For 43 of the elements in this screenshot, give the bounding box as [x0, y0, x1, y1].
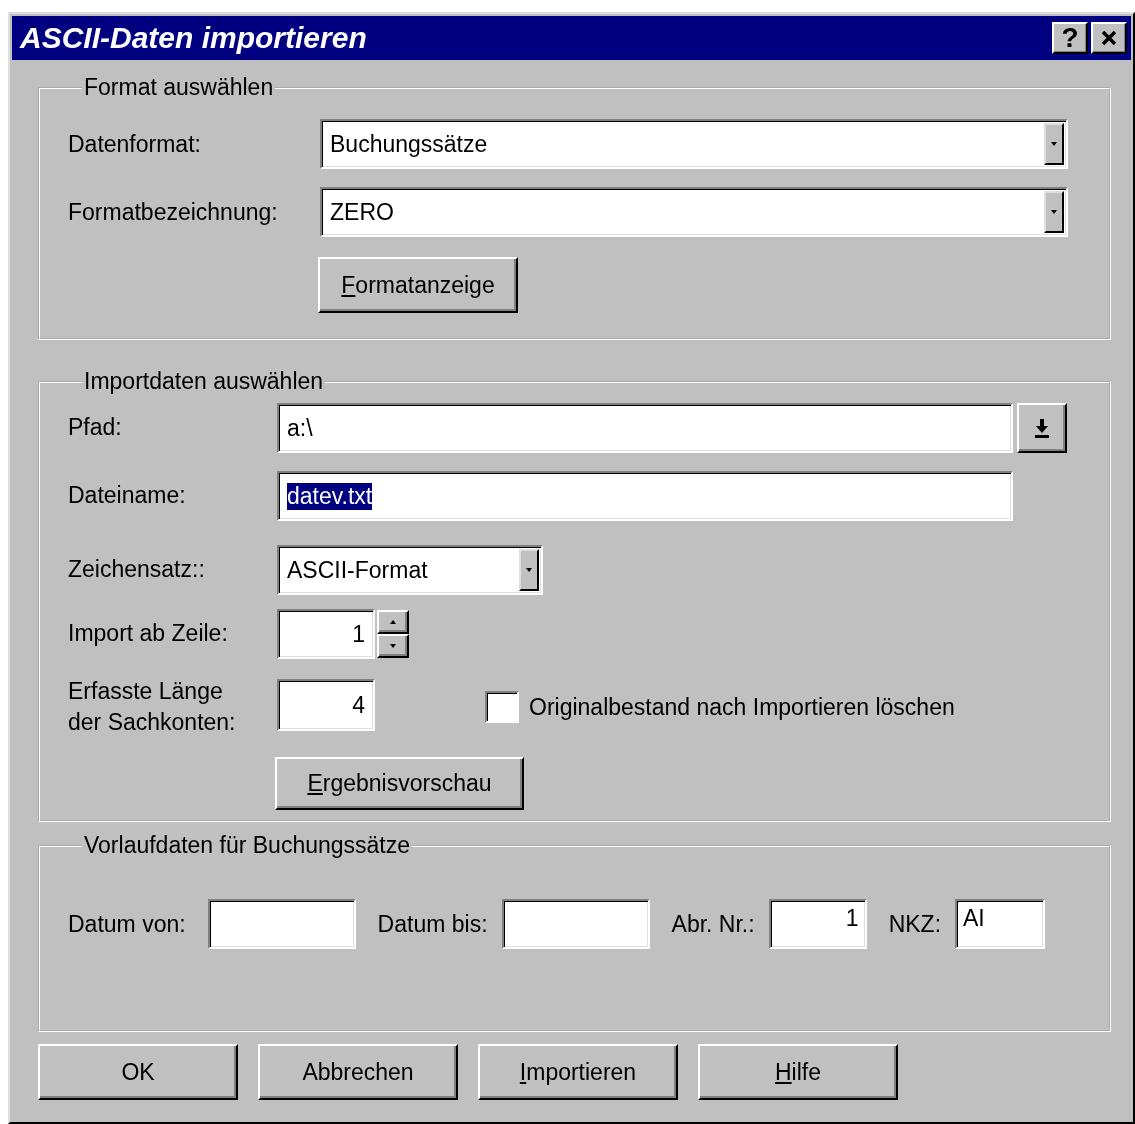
close-icon — [1099, 29, 1119, 47]
input-field[interactable] — [207, 899, 356, 949]
field-label: Datum bis: — [377, 910, 488, 938]
preview-button[interactable]: Ergebnisvorschau — [275, 757, 524, 810]
dialog-button[interactable]: OK — [38, 1044, 238, 1100]
field-label: NKZ: — [888, 910, 942, 938]
close-button[interactable] — [1091, 22, 1127, 54]
input-field[interactable]: 1 — [768, 899, 867, 949]
field-label: Erfasste Länge der Sachkonten: — [68, 676, 237, 737]
field-label: Datum von: — [68, 910, 186, 938]
checkbox-label: Originalbestand nach Importieren löschen — [529, 693, 955, 721]
field-label: Abr. Nr.: — [671, 910, 755, 938]
browse-button[interactable] — [1017, 403, 1067, 453]
field-label: Formatbezeichnung: — [68, 198, 279, 226]
dropdown-field[interactable]: ZERO — [320, 187, 1068, 237]
group-title: Vorlaufdaten für Buchungssätze — [83, 832, 412, 859]
help-button[interactable]: ? — [1052, 22, 1088, 54]
field-label: Zeichensatz:: — [68, 555, 206, 585]
field-label: Import ab Zeile: — [68, 619, 229, 649]
download-arrow-icon — [1033, 418, 1051, 438]
line-number-field[interactable]: 1 — [277, 609, 375, 659]
up-arrow-icon — [388, 619, 398, 625]
field-label: Dateiname: — [68, 481, 187, 511]
input-field[interactable] — [501, 899, 650, 949]
path-field[interactable]: a:\ — [277, 403, 1013, 453]
dropdown-field[interactable]: Buchungssätze — [320, 119, 1068, 169]
dropdown-field[interactable]: ASCII-Format — [277, 545, 543, 595]
input-field[interactable]: AI — [955, 899, 1046, 949]
spin-down-button[interactable] — [377, 634, 409, 658]
field-label: Datenformat: — [68, 130, 202, 158]
dialog-button[interactable]: Abbrechen — [258, 1044, 458, 1100]
group-title: Importdaten auswählen — [83, 368, 325, 395]
window-title: ASCII-Daten importieren — [20, 21, 367, 55]
dialog-button[interactable]: Hilfe — [698, 1044, 898, 1100]
field-label: Pfad: — [68, 413, 123, 443]
filename-field[interactable]: datev.txt — [277, 471, 1013, 521]
spin-up-button[interactable] — [377, 610, 409, 634]
checkbox[interactable] — [485, 691, 519, 723]
account-length-field[interactable]: 4 — [277, 679, 375, 731]
down-arrow-icon — [388, 643, 398, 649]
group-title: Format auswählen — [83, 74, 275, 101]
format-display-button[interactable]: Formatanzeige — [318, 257, 518, 313]
dialog-button[interactable]: Importieren — [478, 1044, 678, 1100]
